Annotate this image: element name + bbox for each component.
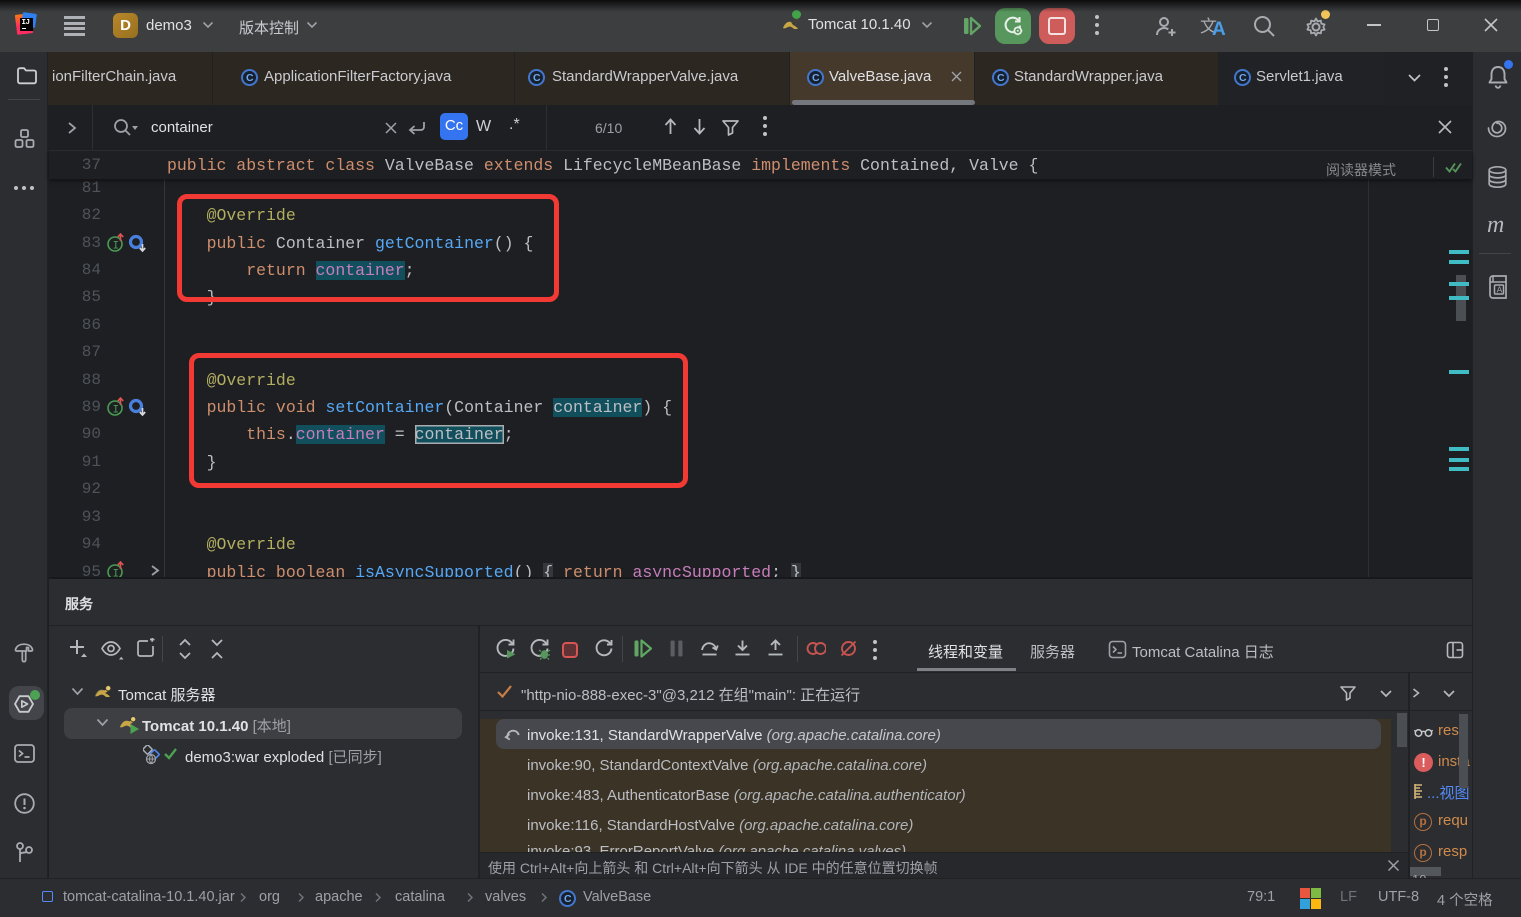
svg-text:A: A	[1497, 285, 1503, 295]
svg-text:I: I	[113, 241, 120, 253]
svg-text:I: I	[113, 405, 120, 417]
